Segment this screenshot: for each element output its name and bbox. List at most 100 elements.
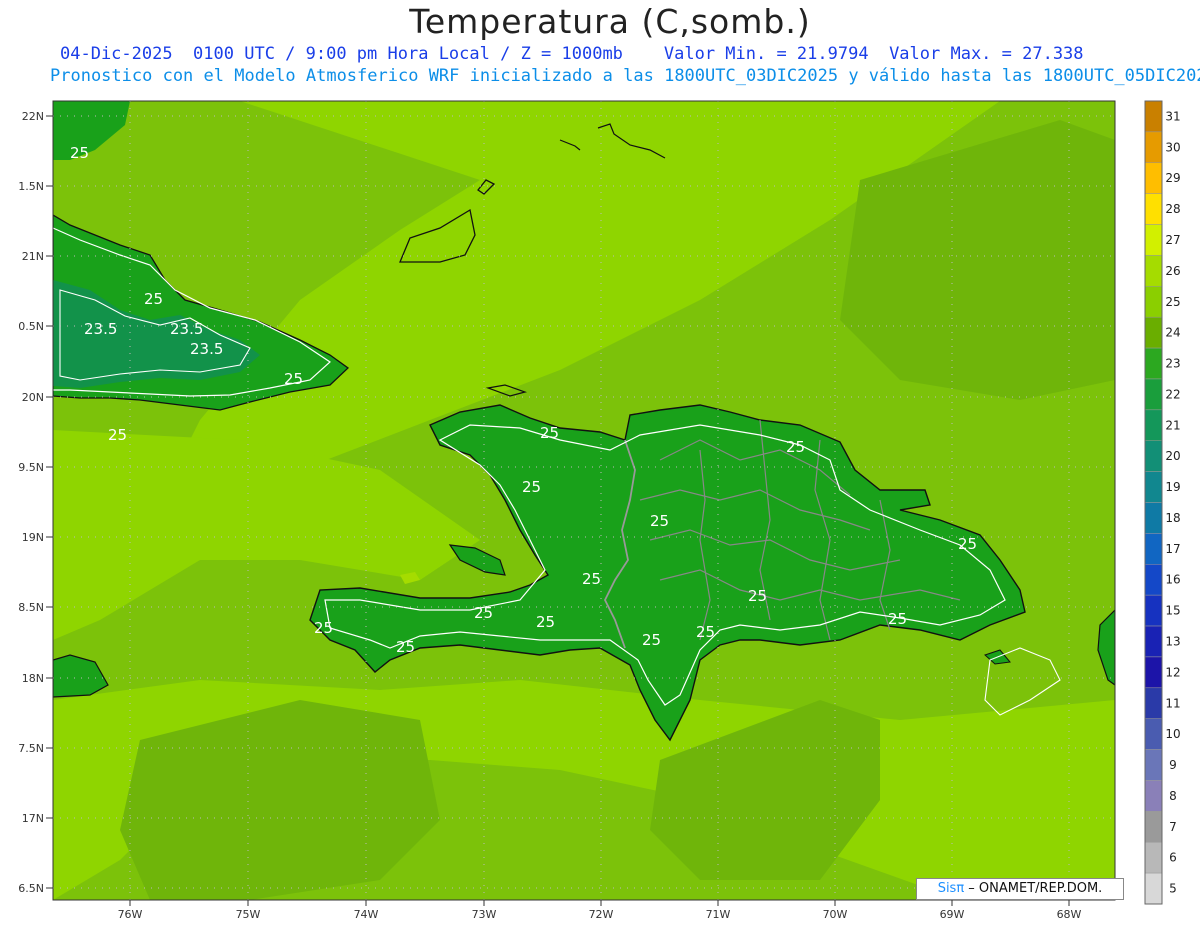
lon-tick-label: 73W — [472, 908, 497, 921]
colorbar-label: 16 — [1165, 573, 1180, 587]
colorbar-swatch — [1144, 872, 1163, 905]
latitude-axis: 22N 1.5N 21N 0.5N 20N 9.5N 19N 8.5N 18N 7.5N 17N 6.… — [18, 110, 53, 895]
contour-label: 25 — [888, 610, 907, 628]
colorbar-swatch — [1144, 841, 1163, 874]
lon-tick-label: 74W — [354, 908, 379, 921]
colorbar-swatch — [1144, 162, 1163, 194]
contour-label: 25 — [108, 426, 127, 444]
lat-tick-label: 19N — [22, 531, 44, 544]
lon-tick-label: 76W — [118, 908, 143, 921]
lon-tick-label: 69W — [940, 908, 965, 921]
contour-label: 23.5 — [170, 320, 203, 338]
contour-label: 23.5 — [84, 320, 117, 338]
lon-tick-label: 71W — [706, 908, 731, 921]
colorbar: 31 30 29 28 27 26 25 24 23 22 21 20 19 18 17 16 15 13 12 11… — [1144, 100, 1181, 905]
contour-label: 25 — [70, 144, 89, 162]
colorbar-swatch — [1144, 409, 1163, 441]
colorbar-label: 31 — [1165, 109, 1180, 123]
contour-label: 25 — [642, 631, 661, 649]
colorbar-swatch — [1144, 224, 1163, 256]
colorbar-label: 27 — [1165, 233, 1180, 247]
colorbar-swatch — [1144, 193, 1163, 225]
contour-label: 25 — [536, 613, 555, 631]
colorbar-swatch — [1144, 100, 1163, 133]
colorbar-swatch — [1144, 718, 1163, 750]
colorbar-label: 9 — [1169, 758, 1177, 772]
contour-label: 25 — [540, 424, 559, 442]
colorbar-label: 19 — [1165, 480, 1180, 494]
lat-tick-label: 1.5N — [18, 180, 44, 193]
onamet-text: – ONAMET/REP.DOM. — [964, 881, 1103, 896]
colorbar-label: 24 — [1165, 326, 1180, 340]
colorbar-label: 22 — [1165, 387, 1180, 401]
lon-tick-label: 72W — [589, 908, 614, 921]
colorbar-label: 13 — [1165, 634, 1180, 648]
colorbar-swatch — [1144, 131, 1163, 164]
colorbar-swatch — [1144, 255, 1163, 287]
lon-tick-label: 70W — [823, 908, 848, 921]
credit-box: Sisπ – ONAMET/REP.DOM. — [916, 878, 1124, 900]
contour-label: 25 — [284, 370, 303, 388]
colorbar-label: 12 — [1165, 665, 1180, 679]
colorbar-label: 5 — [1169, 882, 1177, 896]
colorbar-label: 7 — [1169, 820, 1177, 834]
lon-tick-label: 75W — [236, 908, 261, 921]
lat-tick-label: 8.5N — [18, 601, 44, 614]
colorbar-swatch — [1144, 749, 1163, 781]
temperature-map: 25 25 25 23.5 23.5 23.5 25 25 25 25 25 25 25 25 25 25 25… — [18, 100, 1181, 921]
colorbar-swatch — [1144, 502, 1163, 534]
lat-tick-label: 17N — [22, 812, 44, 825]
colorbar-label: 17 — [1165, 542, 1180, 556]
lat-tick-label: 7.5N — [18, 742, 44, 755]
colorbar-label: 10 — [1165, 727, 1180, 741]
colorbar-label: 20 — [1165, 449, 1180, 463]
colorbar-swatch — [1144, 471, 1163, 503]
lat-tick-label: 6.5N — [18, 882, 44, 895]
colorbar-label: 28 — [1165, 202, 1180, 216]
colorbar-label: 29 — [1165, 171, 1180, 185]
colorbar-label: 18 — [1165, 511, 1180, 525]
contour-label: 25 — [786, 438, 805, 456]
contour-label: 23.5 — [190, 340, 223, 358]
lat-tick-label: 22N — [22, 110, 44, 123]
colorbar-swatch — [1144, 286, 1163, 318]
colorbar-swatch — [1144, 656, 1163, 689]
contour-label: 25 — [958, 535, 977, 553]
contour-label: 25 — [650, 512, 669, 530]
colorbar-swatch — [1144, 564, 1163, 596]
contour-label: 25 — [748, 587, 767, 605]
colorbar-label: 26 — [1165, 264, 1180, 278]
contour-label: 25 — [582, 570, 601, 588]
contour-label: 25 — [396, 638, 415, 656]
colorbar-swatch — [1144, 533, 1163, 565]
colorbar-label: 30 — [1165, 140, 1180, 154]
lat-tick-label: 21N — [22, 250, 44, 263]
colorbar-label: 21 — [1165, 418, 1180, 432]
colorbar-label: 6 — [1169, 851, 1177, 865]
colorbar-swatch — [1144, 594, 1163, 627]
colorbar-swatch — [1144, 316, 1163, 349]
lat-tick-label: 0.5N — [18, 320, 44, 333]
colorbar-swatch — [1144, 780, 1163, 812]
colorbar-swatch — [1144, 440, 1163, 472]
contour-label: 25 — [314, 619, 333, 637]
colorbar-swatch — [1144, 811, 1163, 843]
colorbar-label: 8 — [1169, 789, 1177, 803]
lat-tick-label: 20N — [22, 391, 44, 404]
lat-tick-label: 18N — [22, 672, 44, 685]
contour-label: 25 — [144, 290, 163, 308]
contour-label: 25 — [696, 623, 715, 641]
lon-tick-label: 68W — [1057, 908, 1082, 921]
colorbar-swatch — [1144, 378, 1163, 411]
colorbar-swatch — [1144, 347, 1163, 380]
colorbar-swatch — [1144, 625, 1163, 658]
colorbar-label: 25 — [1165, 295, 1180, 309]
contour-label: 25 — [474, 604, 493, 622]
contour-label: 25 — [522, 478, 541, 496]
map-field: 25 25 25 23.5 23.5 23.5 25 25 25 25 25 25 25 25 25 25 25… — [53, 101, 1115, 900]
colorbar-label: 15 — [1165, 604, 1180, 618]
longitude-axis: 76W 75W 74W 73W 72W 71W 70W 69W 68W — [118, 900, 1082, 921]
colorbar-swatch — [1144, 687, 1163, 719]
colorbar-label: 23 — [1165, 357, 1180, 371]
colorbar-label: 11 — [1165, 696, 1180, 710]
